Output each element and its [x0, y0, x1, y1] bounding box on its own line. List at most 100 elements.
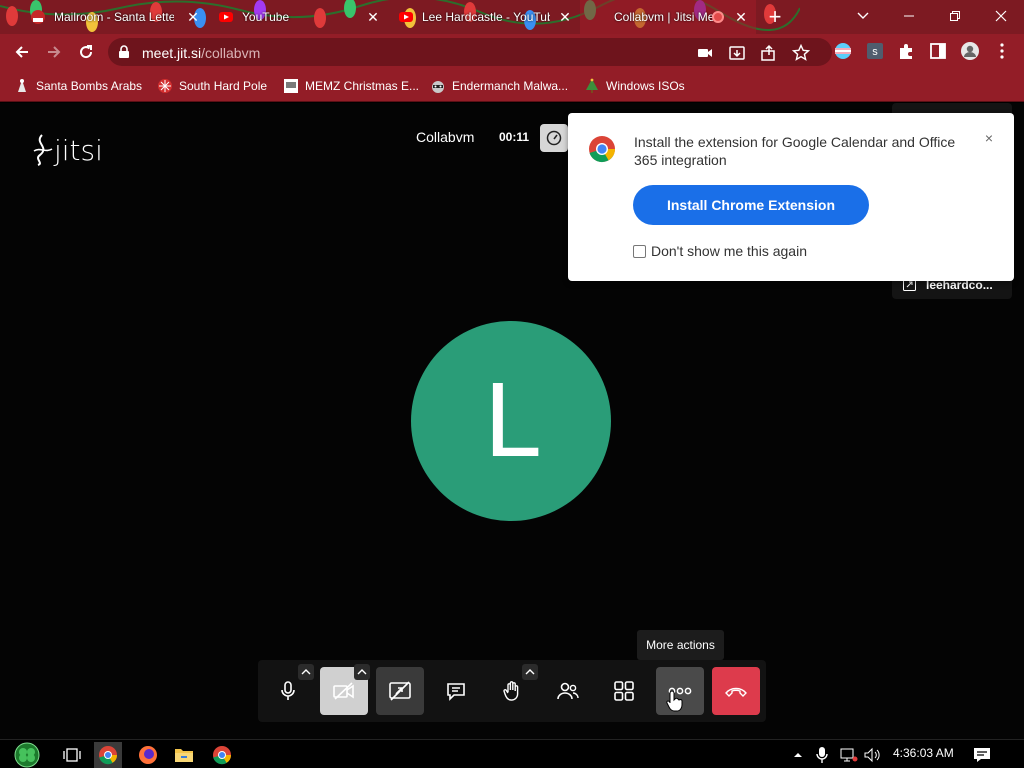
share-icon[interactable] [760, 44, 778, 62]
popup-close-button[interactable]: × [982, 131, 996, 145]
reload-icon [80, 45, 93, 59]
camera-in-use-icon[interactable] [696, 44, 714, 62]
bookmark-label: Endermanch Malwa... [452, 79, 569, 93]
extension-s-icon[interactable]: s [864, 40, 886, 62]
chevron-up-icon [794, 753, 802, 757]
screenshare-button[interactable] [376, 667, 424, 715]
extension-install-popup: Install the extension for Google Calenda… [568, 113, 1014, 281]
participants-icon [557, 682, 579, 700]
hangup-button[interactable] [712, 667, 760, 715]
microphone-tray-icon[interactable] [812, 742, 832, 768]
performance-settings-button[interactable] [540, 124, 568, 152]
participants-button[interactable] [544, 667, 592, 715]
start-orb-icon [14, 742, 40, 768]
recording-indicator-icon [712, 11, 724, 23]
taskbar-firefox[interactable] [134, 742, 162, 768]
extensions-puzzle-icon[interactable] [895, 40, 917, 62]
jitsi-meeting-view: jitsi Collabvm 00:11 leehardco... Instal… [0, 103, 1024, 739]
arrow-left-icon [15, 46, 28, 58]
taskbar-file-explorer[interactable] [170, 742, 198, 768]
tab-collabvm-jitsi[interactable]: Collabvm | Jitsi Meet ✕ [580, 0, 756, 34]
bookmark-south-hard-pole[interactable]: South Hard Pole [157, 76, 267, 96]
chrome-logo-icon [588, 135, 616, 163]
url-text: meet.jit.si/collabvm [142, 45, 260, 61]
taskbar-chrome-2[interactable] [208, 742, 236, 768]
restore-button[interactable] [932, 0, 978, 32]
youtube-icon [218, 9, 234, 25]
santa-icon [30, 9, 46, 25]
jitsi-logo-icon [33, 134, 53, 166]
back-button[interactable] [10, 40, 34, 64]
snowflake-icon [157, 78, 173, 94]
firefox-icon [139, 746, 157, 764]
taskbar-clock[interactable]: 4:36:03 AM [893, 746, 954, 760]
camera-off-icon [333, 682, 354, 700]
close-tab-icon[interactable]: ✕ [558, 10, 572, 24]
tile-view-button[interactable] [600, 667, 648, 715]
reload-button[interactable] [74, 40, 98, 64]
dont-show-again-label: Don't show me this again [651, 243, 807, 259]
profile-avatar-icon[interactable] [959, 40, 981, 62]
meeting-title: Collabvm [416, 129, 475, 145]
bookmark-windows-isos[interactable]: Windows ISOs [584, 76, 685, 96]
browser-toolbar: meet.jit.si/collabvm s [0, 34, 1024, 70]
install-chrome-extension-button[interactable]: Install Chrome Extension [633, 185, 869, 225]
youtube-icon [398, 9, 414, 25]
restore-icon [950, 11, 960, 21]
microphone-options-button[interactable] [298, 664, 314, 680]
forward-button[interactable] [42, 40, 66, 64]
chrome-icon [213, 746, 231, 765]
meeting-toolbar [258, 660, 766, 722]
volume-tray-icon[interactable] [862, 742, 884, 768]
bookmark-santa-bombs-arabs[interactable]: Santa Bombs Arabs [14, 76, 142, 96]
bookmarks-bar: Santa Bombs Arabs South Hard Pole MEMZ C… [0, 70, 1024, 102]
jitsi-icon [590, 9, 606, 25]
bookmark-star-icon[interactable] [792, 44, 810, 62]
svg-text:s: s [872, 46, 878, 58]
menu-kebab-icon[interactable] [991, 40, 1013, 62]
action-center-button[interactable] [968, 742, 996, 768]
screenshare-stop-icon [389, 681, 411, 701]
tab-title: Lee Hardcastle - YouTube [422, 10, 550, 24]
start-button[interactable] [8, 742, 46, 768]
more-actions-tooltip: More actions [637, 630, 724, 660]
close-window-button[interactable] [978, 0, 1024, 32]
url-path: /collabvm [201, 45, 261, 61]
notification-icon [974, 748, 990, 762]
dont-show-again-checkbox[interactable] [633, 244, 646, 258]
install-app-icon[interactable] [728, 44, 746, 62]
lock-icon [118, 45, 130, 59]
close-tab-icon[interactable]: ✕ [186, 10, 200, 24]
minimize-icon [904, 15, 914, 17]
tab-mailroom[interactable]: Mailroom - Santa Letters ✕ [20, 0, 208, 34]
chevron-down-icon [857, 12, 869, 19]
task-view-button[interactable] [58, 742, 86, 768]
address-bar[interactable]: meet.jit.si/collabvm [108, 38, 832, 66]
tab-strip: Mailroom - Santa Letters ✕ YouTube ✕ Lee… [0, 0, 1024, 34]
tab-youtube[interactable]: YouTube ✕ [208, 0, 388, 34]
camera-options-button[interactable] [354, 664, 370, 680]
jitsi-logo[interactable]: jitsi [30, 133, 103, 167]
chrome-icon [99, 746, 117, 765]
reactions-options-button[interactable] [522, 664, 538, 680]
bookmark-endermanch-malware[interactable]: Endermanch Malwa... [430, 76, 568, 96]
network-tray-icon[interactable] [838, 742, 860, 768]
mouse-pointer-icon [666, 690, 684, 712]
extension-flag-icon[interactable] [832, 40, 854, 62]
close-tab-icon[interactable]: ✕ [366, 10, 380, 24]
minimize-button[interactable] [886, 0, 932, 32]
bookmark-memz-christmas[interactable]: MEMZ Christmas E... [283, 76, 419, 96]
chevron-up-icon [525, 669, 535, 675]
chat-button[interactable] [432, 667, 480, 715]
new-tab-button[interactable]: + [764, 6, 786, 28]
taskbar-chrome[interactable] [94, 742, 122, 768]
side-panel-icon[interactable] [927, 40, 949, 62]
close-tab-icon[interactable]: ✕ [734, 10, 748, 24]
show-hidden-icons-button[interactable] [788, 742, 808, 768]
jitsi-logo-text: jitsi [54, 133, 103, 167]
tab-search-button[interactable] [840, 0, 886, 32]
tree-icon [584, 78, 600, 94]
tab-lee-hardcastle[interactable]: Lee Hardcastle - YouTube ✕ [388, 0, 580, 34]
raise-hand-icon [503, 681, 519, 701]
dont-show-again-option[interactable]: Don't show me this again [633, 243, 807, 259]
